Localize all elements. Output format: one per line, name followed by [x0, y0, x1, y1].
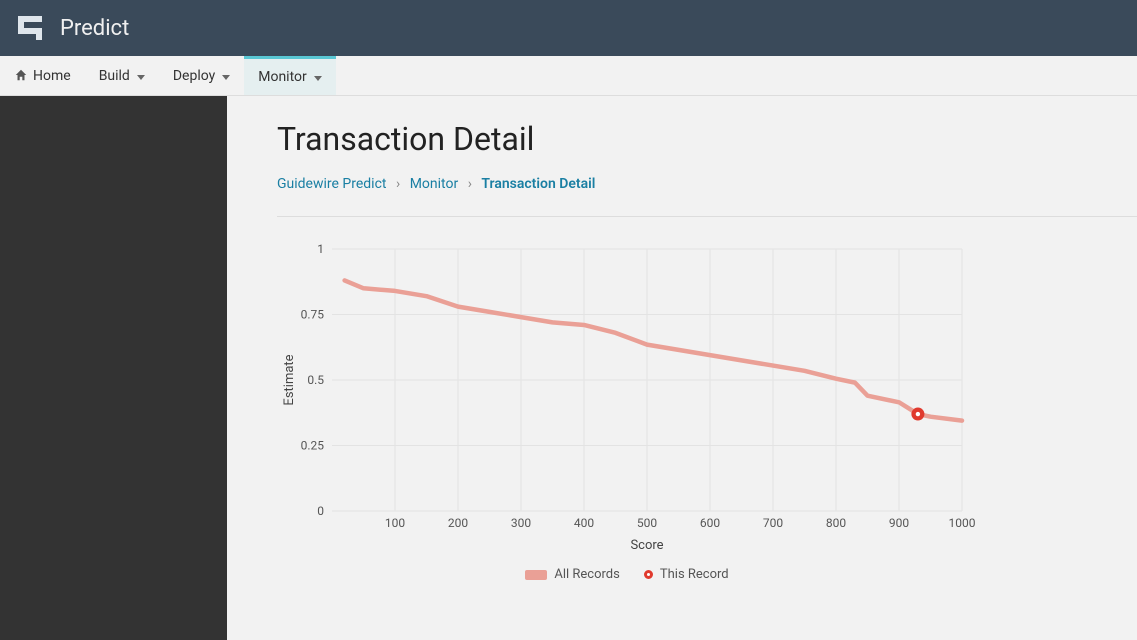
body-area: Transaction Detail Guidewire Predict › M…	[0, 96, 1137, 640]
legend-swatch-point	[644, 570, 653, 579]
logo-icon	[14, 12, 46, 44]
svg-text:700: 700	[763, 516, 783, 530]
svg-text:900: 900	[889, 516, 909, 530]
breadcrumb-current: Transaction Detail	[481, 176, 595, 192]
chart: 0 0.25 0.5 0.75 1 100 200 300 400 500 600 700 800 900…	[277, 239, 977, 582]
chart-legend: All Records This Record	[277, 567, 977, 582]
main-content: Transaction Detail Guidewire Predict › M…	[227, 96, 1137, 640]
svg-text:0.25: 0.25	[301, 439, 325, 453]
svg-text:500: 500	[637, 516, 657, 530]
svg-text:Estimate: Estimate	[282, 354, 297, 405]
svg-text:100: 100	[385, 516, 405, 530]
chevron-down-icon	[220, 68, 230, 84]
svg-text:300: 300	[511, 516, 531, 530]
menu-home[interactable]: Home	[0, 56, 85, 95]
legend-this-label: This Record	[660, 567, 729, 582]
svg-text:0.5: 0.5	[307, 373, 324, 387]
sidebar	[0, 96, 227, 640]
menu-monitor-label: Monitor	[258, 69, 307, 85]
svg-text:Score: Score	[630, 538, 663, 553]
chevron-down-icon	[312, 69, 322, 85]
home-icon	[14, 68, 28, 84]
chart-svg: 0 0.25 0.5 0.75 1 100 200 300 400 500 600 700 800 900…	[277, 239, 977, 559]
svg-text:400: 400	[574, 516, 594, 530]
breadcrumb-sep: ›	[468, 176, 472, 192]
breadcrumb: Guidewire Predict › Monitor › Transactio…	[277, 176, 1137, 217]
top-bar: Predict	[0, 0, 1137, 56]
breadcrumb-root[interactable]: Guidewire Predict	[277, 176, 387, 192]
menu-bar: Home Build Deploy Monitor	[0, 56, 1137, 96]
menu-home-label: Home	[33, 68, 71, 84]
svg-text:0: 0	[317, 504, 324, 518]
breadcrumb-monitor[interactable]: Monitor	[410, 176, 459, 192]
svg-text:0.75: 0.75	[301, 308, 325, 322]
svg-text:1: 1	[317, 242, 324, 256]
svg-text:600: 600	[700, 516, 720, 530]
menu-deploy[interactable]: Deploy	[159, 56, 244, 95]
menu-build-label: Build	[99, 68, 130, 84]
legend-swatch-line	[525, 570, 547, 580]
breadcrumb-sep: ›	[396, 176, 400, 192]
svg-text:800: 800	[826, 516, 846, 530]
svg-text:200: 200	[448, 516, 468, 530]
chevron-down-icon	[135, 68, 145, 84]
menu-build[interactable]: Build	[85, 56, 159, 95]
svg-text:1000: 1000	[949, 516, 976, 530]
legend-all-records: All Records	[525, 567, 619, 582]
legend-all-label: All Records	[554, 567, 619, 582]
menu-deploy-label: Deploy	[173, 68, 215, 84]
menu-monitor[interactable]: Monitor	[244, 56, 336, 95]
brand-title: Predict	[60, 16, 129, 41]
page-title: Transaction Detail	[277, 120, 1137, 158]
legend-this-record: This Record	[644, 567, 729, 582]
